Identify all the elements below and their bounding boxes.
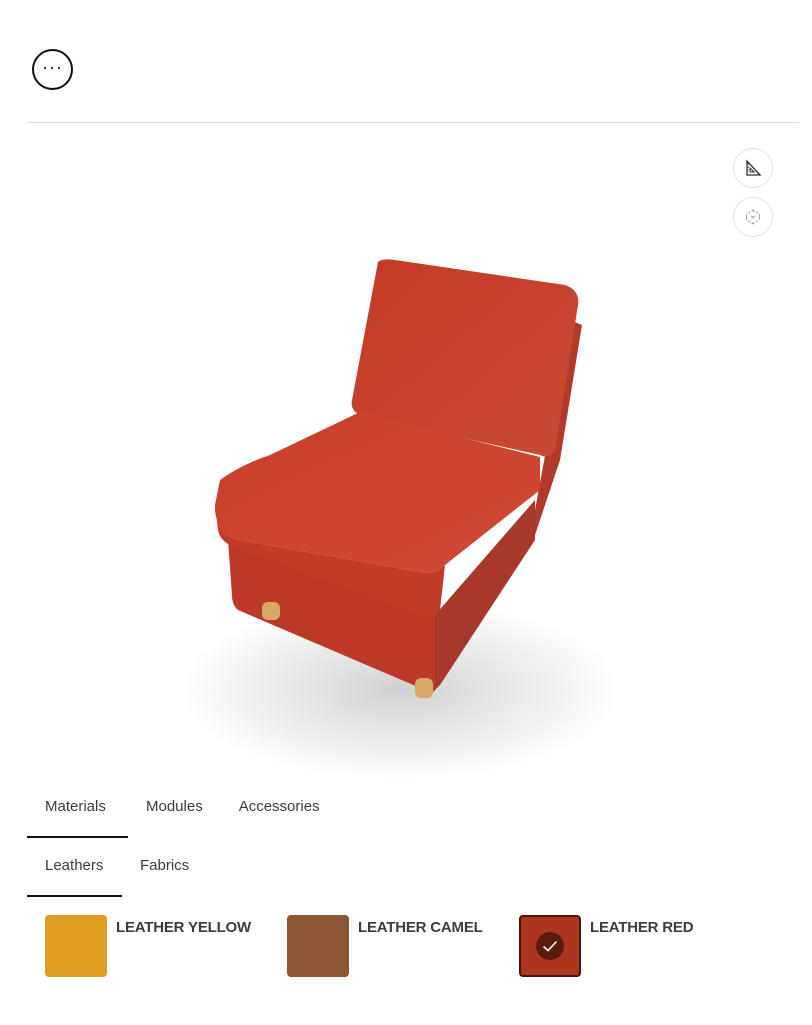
tab-modules[interactable]: Modules xyxy=(128,788,221,826)
subtab-leathers[interactable]: Leathers xyxy=(27,847,122,897)
chair-model xyxy=(180,259,620,780)
chair-leg-front xyxy=(415,678,433,698)
swatch-label: LEATHER YELLOW xyxy=(116,919,251,936)
material-subtabs: Leathers Fabrics xyxy=(27,847,207,897)
tab-materials[interactable]: Materials xyxy=(27,788,128,838)
check-icon xyxy=(536,932,564,960)
measure-button[interactable] xyxy=(733,148,773,188)
main-tabs: Materials Modules Accessories xyxy=(27,788,338,838)
swatch-label: LEATHER RED xyxy=(590,919,694,936)
ruler-triangle-icon xyxy=(746,159,762,176)
chair-leg-left xyxy=(262,602,280,620)
swatch-label: LEATHER CAMEL xyxy=(358,919,483,936)
more-menu-button[interactable]: ··· xyxy=(32,49,73,90)
color-swatch[interactable] xyxy=(287,915,349,977)
swatch-leather-red[interactable]: LEATHER RED xyxy=(519,915,694,977)
product-3d-viewer[interactable] xyxy=(150,250,630,780)
swatch-leather-camel[interactable]: LEATHER CAMEL xyxy=(287,915,483,977)
more-horizontal-icon: ··· xyxy=(42,56,63,77)
color-swatch[interactable] xyxy=(45,915,107,977)
swatch-leather-yellow[interactable]: LEATHER YELLOW xyxy=(45,915,251,977)
3d-cube-icon xyxy=(746,209,760,225)
subtab-fabrics[interactable]: Fabrics xyxy=(122,847,207,885)
tab-accessories[interactable]: Accessories xyxy=(221,788,338,826)
ar-view-button[interactable] xyxy=(733,197,773,237)
header-divider xyxy=(27,122,799,123)
color-swatch[interactable] xyxy=(519,915,581,977)
